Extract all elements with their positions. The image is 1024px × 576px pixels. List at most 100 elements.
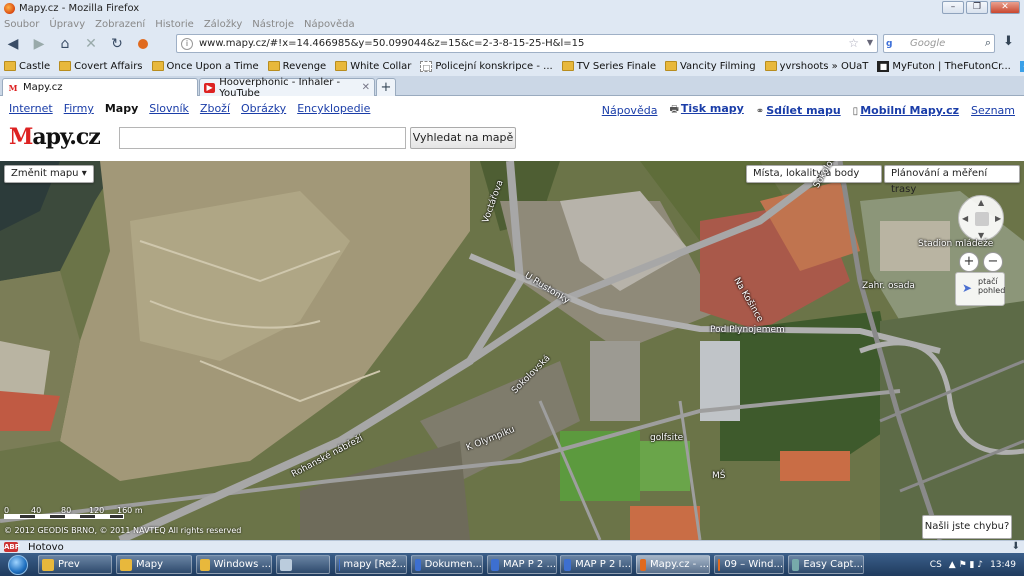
system-tray: CS ▲ ⚑ ▮ ♪ 13:49 [930, 553, 1024, 576]
bookmark-item[interactable]: Revenge [267, 61, 326, 72]
taskbar-label: mapy [Rež... [343, 559, 406, 570]
language-indicator[interactable]: CS [930, 560, 942, 570]
bookmark-item[interactable]: Covert Affairs [59, 61, 143, 72]
link-internet[interactable]: Internet [9, 102, 53, 115]
magnifier-icon[interactable]: ⌕ [985, 36, 991, 50]
link-firmy[interactable]: Firmy [64, 102, 94, 115]
reload-button[interactable]: ↻ [104, 33, 130, 55]
status-bar: ABP Hotovo ⬇ [0, 540, 1024, 553]
menu-soubor[interactable]: Soubor [4, 19, 39, 30]
bookmark-star-icon[interactable]: ☆ [848, 36, 859, 50]
taskbar-item[interactable]: Prev [38, 555, 112, 574]
url-dropdown-icon[interactable]: ▼ [867, 38, 873, 47]
close-tab-icon[interactable]: ✕ [362, 82, 370, 93]
forward-button[interactable]: ▶ [26, 33, 52, 55]
taskbar-item[interactable]: MAP P 2 ... [487, 555, 557, 574]
taskbar-item[interactable]: Easy Capt... [788, 555, 864, 574]
adblock-icon[interactable]: ABP [4, 542, 20, 552]
restore-button[interactable]: ❐ [966, 1, 988, 14]
link-mobilni-mapy[interactable]: Mobilní Mapy.cz [860, 104, 959, 117]
bookmark-item[interactable]: Castle [4, 61, 50, 72]
search-box[interactable]: g Google ⌕ [883, 34, 995, 53]
app-icon [200, 558, 210, 571]
navigation-toolbar: ◀ ▶ ⌂ ✕ ↻ i www.mapy.cz/#!x=14.466985&y=… [0, 32, 1024, 56]
google-logo-icon[interactable]: g [886, 38, 900, 50]
map-search-button[interactable]: Vyhledat na mapě [410, 127, 516, 149]
satellite-map-image[interactable] [0, 161, 1024, 540]
app-icon [491, 558, 500, 571]
taskbar-item[interactable]: Dokumen... [411, 555, 483, 574]
taskbar-item[interactable]: mapy [Rež... [335, 555, 407, 574]
app-icon [280, 558, 292, 571]
tab-mapy[interactable]: M Mapy.cz [2, 78, 198, 96]
site-identity-button[interactable] [130, 33, 156, 55]
menu-historie[interactable]: Historie [155, 19, 194, 30]
folder-icon [267, 61, 280, 71]
stop-button[interactable]: ✕ [78, 33, 104, 55]
change-map-button[interactable]: Změnit mapu ▾ [4, 165, 94, 183]
bookmark-label: Policejní konskripce - ... [435, 60, 553, 72]
route-planning-button[interactable]: Plánování a měření trasy [884, 165, 1020, 195]
link-napoveda[interactable]: Nápověda [602, 104, 658, 117]
mapy-logo[interactable]: Mapy.cz [9, 124, 101, 150]
link-slovnik[interactable]: Slovník [149, 102, 189, 115]
taskbar-item[interactable]: Mapy.cz - ... [636, 555, 710, 574]
link-tisk-mapy[interactable]: Tisk mapy [681, 102, 744, 115]
taskbar-item[interactable] [276, 555, 330, 574]
home-button[interactable]: ⌂ [52, 33, 78, 55]
bird-view-button[interactable]: ➤ ptačí pohled [955, 272, 1005, 306]
map-search-input[interactable] [119, 127, 406, 149]
bookmark-item[interactable]: White Collar [335, 61, 411, 72]
taskbar-item[interactable]: Windows ... [196, 555, 272, 574]
zoom-out-button[interactable]: − [983, 252, 1003, 272]
link-zbozi[interactable]: Zboží [200, 102, 230, 115]
bookmark-item[interactable]: ✦My Twitter [1019, 60, 1024, 72]
app-icon [42, 558, 54, 571]
clock[interactable]: 13:49 [990, 560, 1016, 570]
bookmark-item[interactable]: TV Series Finale [561, 61, 656, 72]
pan-control[interactable]: ▲ ▼ ◀ ▶ [958, 195, 1004, 241]
bookmark-item[interactable]: yvrshoots » OUaT [764, 60, 869, 72]
link-encyklopedie[interactable]: Encyklopedie [297, 102, 370, 115]
tray-icons[interactable]: ▲ ⚑ ▮ ♪ [949, 560, 983, 570]
bookmark-item[interactable]: ■ MyFuton | TheFutonCr... [877, 60, 1011, 72]
bird-view-label: ptačí pohled [978, 277, 1006, 295]
close-window-button[interactable]: ✕ [990, 1, 1020, 14]
download-status-icon[interactable]: ⬇ [1012, 541, 1020, 552]
menu-nastroje[interactable]: Nástroje [252, 19, 294, 30]
new-tab-button[interactable]: + [376, 78, 396, 96]
bookmark-label: yvrshoots » OUaT [779, 60, 869, 72]
bookmark-item[interactable]: Once Upon a Time [151, 61, 259, 72]
link-obrazky[interactable]: Obrázky [241, 102, 286, 115]
taskbar-item[interactable]: MAP P 2 I... [560, 555, 632, 574]
taskbar-label: MAP P 2 ... [503, 559, 556, 570]
back-arrow-icon: ◀ [7, 36, 19, 52]
menu-upravy[interactable]: Úpravy [49, 19, 85, 30]
report-error-button[interactable]: Našli jste chybu? [922, 515, 1012, 539]
street-label: Pod Plynojemem [710, 325, 785, 335]
pan-left-icon[interactable]: ◀ [962, 214, 968, 223]
minimize-button[interactable]: – [942, 1, 964, 14]
pan-right-icon[interactable]: ▶ [995, 214, 1001, 223]
bookmark-item[interactable]: □ Policejní konskripce - ... [420, 60, 553, 72]
menu-napoveda[interactable]: Nápověda [304, 19, 355, 30]
taskbar-item[interactable]: 09 – Wind... [714, 555, 784, 574]
back-button[interactable]: ◀ [0, 33, 26, 55]
address-bar[interactable]: i www.mapy.cz/#!x=14.466985&y=50.099044&… [176, 34, 878, 53]
mapy-favicon-icon: M [8, 82, 18, 93]
start-button[interactable] [0, 553, 36, 576]
pan-center-icon[interactable] [975, 212, 989, 226]
link-seznam[interactable]: Seznam [971, 104, 1015, 117]
home-icon: ⌂ [60, 36, 70, 52]
download-icon[interactable]: ⬇ [1003, 34, 1014, 49]
taskbar-label: 09 – Wind... [724, 559, 783, 570]
menu-zalozky[interactable]: Záložky [204, 19, 242, 30]
tab-youtube[interactable]: ▶ Hooverphonic - Inhaler - YouTube ✕ [199, 77, 375, 99]
link-sdilet-mapu[interactable]: Sdílet mapu [766, 104, 840, 117]
taskbar-item[interactable]: Mapy [116, 555, 192, 574]
map-view[interactable]: Změnit mapu ▾ Místa, lokality a body Plá… [0, 161, 1024, 540]
bookmark-item[interactable]: Vancity Filming [664, 61, 756, 72]
pan-up-icon[interactable]: ▲ [978, 198, 984, 207]
menu-zobrazeni[interactable]: Zobrazení [95, 19, 145, 30]
zoom-in-button[interactable]: + [959, 252, 979, 272]
